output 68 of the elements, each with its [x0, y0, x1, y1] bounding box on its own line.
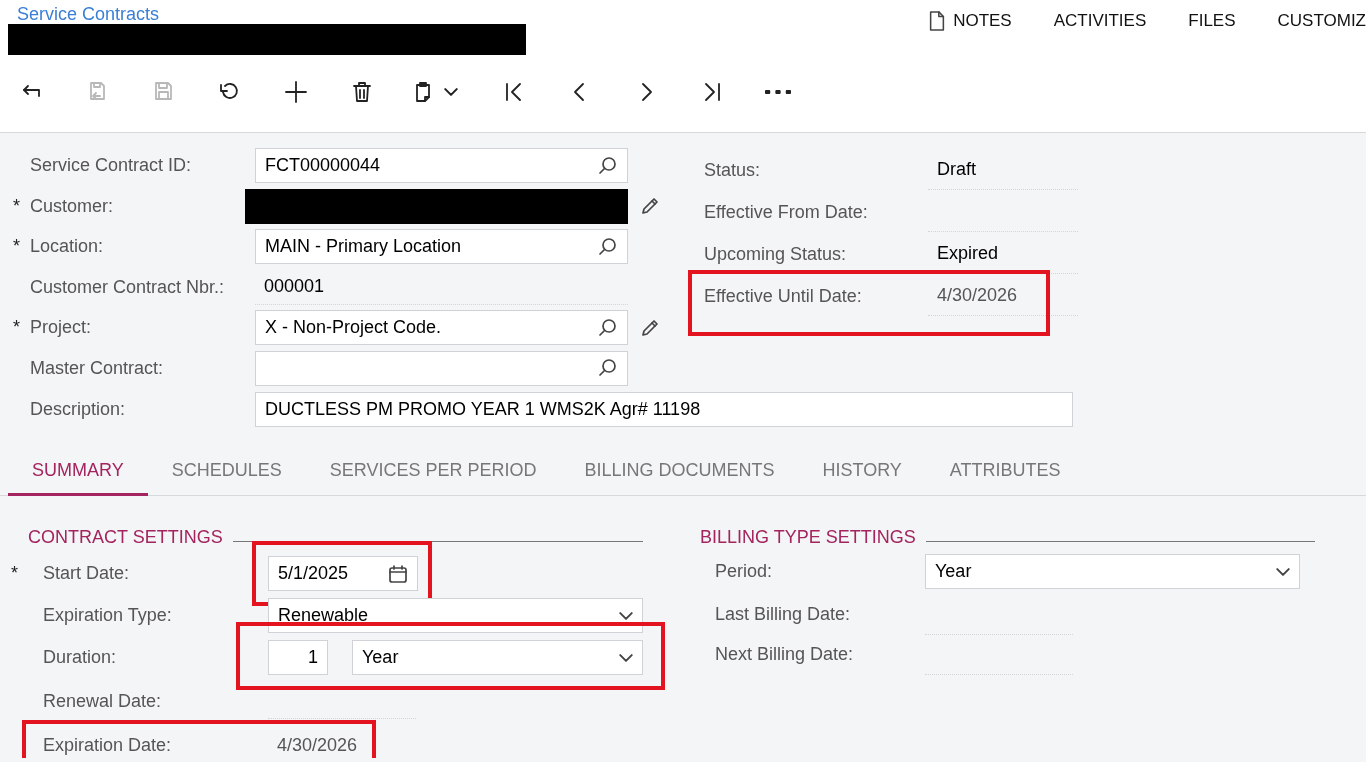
field-label: Period:	[714, 560, 774, 584]
tab[interactable]: SERVICES PER PERIOD	[305, 447, 561, 496]
field-value: Draft	[928, 150, 1078, 190]
header-link[interactable]: CUSTOMIZ	[1277, 8, 1366, 34]
field-label: Master Contract:	[30, 357, 164, 378]
field-label: Customer:	[30, 195, 114, 216]
field-label: Expiration Type:	[43, 605, 172, 626]
field-label: Location:	[30, 236, 104, 257]
plus-icon	[283, 79, 309, 105]
dropdown-field[interactable]: Year	[925, 554, 1300, 590]
required-mark: *	[11, 562, 18, 586]
section-title: BILLING TYPE SETTINGS	[700, 526, 916, 550]
description-field[interactable]: DUCTLESS PM PROMO YEAR 1 WMS2K Agr# 11198	[255, 391, 1073, 427]
number-field[interactable]: 1	[268, 640, 328, 676]
field-label: Effective Until Date:	[704, 284, 863, 308]
field-label: Service Contract ID:	[30, 155, 192, 175]
header-link[interactable]: ACTIVITIES	[1053, 8, 1147, 34]
tab[interactable]: SCHEDULES	[147, 447, 306, 496]
search-icon	[598, 155, 618, 176]
calendar-icon	[388, 563, 408, 584]
header-link[interactable]: FILES	[1188, 8, 1236, 34]
chevron-down-icon	[619, 653, 633, 662]
field-value: FCT00000044	[265, 154, 381, 177]
lookup-field[interactable]: MAIN - Primary Location	[255, 229, 628, 265]
field-label: Start Date:	[43, 563, 130, 584]
field-value: 4/30/2026	[268, 728, 416, 758]
chevron-down-icon	[619, 611, 633, 620]
field-label: Last Billing Date:	[714, 602, 852, 626]
field-label: Next Billing Date:	[714, 642, 855, 666]
tab[interactable]: SUMMARY	[8, 447, 148, 496]
lookup-field[interactable]: X - Non-Project Code.	[255, 310, 628, 346]
chevron-down-icon	[1276, 567, 1290, 576]
field-label: Description:	[30, 397, 127, 421]
field-label: Duration:	[43, 647, 117, 668]
breadcrumb-link[interactable]: Service Contracts	[17, 1, 160, 28]
field-label: Renewal Date:	[43, 691, 162, 712]
field-label: Status:	[704, 158, 762, 182]
lookup-field[interactable]	[255, 350, 628, 386]
field-value: Renewable	[278, 604, 369, 628]
required-mark: *	[13, 316, 20, 340]
search-icon	[598, 358, 618, 379]
field-label: Project:	[30, 317, 92, 338]
field-value: X - Non-Project Code.	[265, 316, 442, 340]
dropdown-field[interactable]: Year	[352, 640, 643, 676]
section-title: CONTRACT SETTINGS	[28, 526, 223, 550]
field-label: Expiration Date:	[43, 735, 172, 756]
field-label: Customer Contract Nbr.:	[30, 276, 225, 297]
more-icon	[765, 90, 791, 94]
lookup-field[interactable]: FCT00000044	[255, 148, 628, 183]
date-field[interactable]: 5/1/2025	[268, 556, 418, 592]
notes-link[interactable]: NOTES	[927, 8, 1012, 34]
field-value: Year	[362, 646, 399, 670]
field-value: 000001	[255, 269, 628, 305]
search-icon	[598, 317, 618, 338]
tab[interactable]: ATTRIBUTES	[925, 447, 1085, 496]
field-value: 4/30/2026	[928, 276, 1078, 316]
tab[interactable]: BILLING DOCUMENTS	[560, 447, 799, 496]
search-icon	[598, 236, 618, 257]
required-mark: *	[13, 235, 20, 259]
field-value: Year	[935, 560, 972, 584]
field-label: Effective From Date:	[704, 200, 869, 224]
tab[interactable]: HISTORY	[798, 447, 926, 496]
required-mark: *	[13, 194, 20, 218]
caret-icon	[444, 88, 458, 96]
field-value: MAIN - Primary Location	[265, 235, 462, 259]
field-value: Expired	[928, 234, 1078, 274]
field-value: 5/1/2025	[278, 562, 349, 586]
field-label: Upcoming Status:	[704, 242, 848, 266]
